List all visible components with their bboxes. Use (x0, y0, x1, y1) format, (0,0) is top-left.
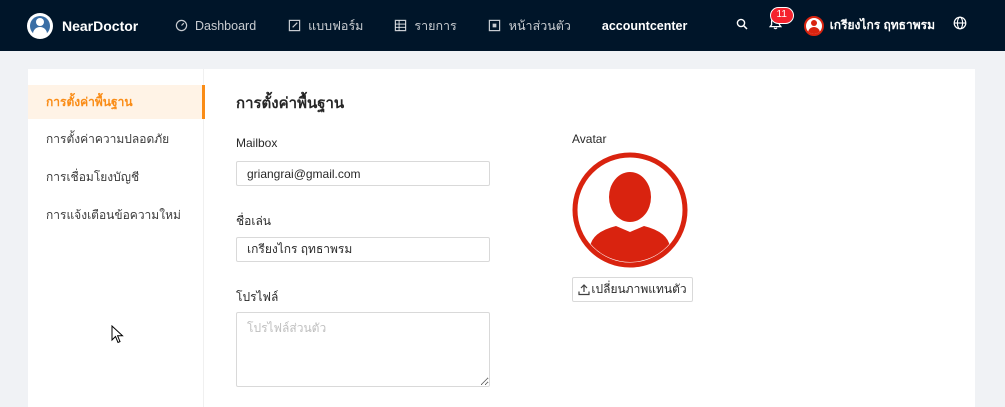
top-navbar: NearDoctor Dashboard แบบฟอร์ม รายการ หน้… (0, 0, 1005, 51)
main-nav: Dashboard แบบฟอร์ม รายการ หน้าส่วนตัว ac… (167, 0, 687, 51)
change-avatar-label: เปลี่ยนภาพแทนตัว (591, 282, 687, 296)
mouse-cursor-icon (111, 324, 124, 349)
menu-item-label: การตั้งค่าพื้นฐาน (46, 94, 133, 109)
profile-icon (488, 19, 502, 33)
nav-profile-label: หน้าส่วนตัว (508, 18, 571, 33)
notification-badge: 11 (770, 8, 793, 23)
settings-sidemenu: การตั้งค่าพื้นฐาน การตั้งค่าความปลอดภัย … (28, 69, 205, 407)
search-icon (736, 17, 748, 35)
mailbox-label: Mailbox (236, 136, 278, 150)
nickname-label: ชื่อเล่น (236, 214, 272, 228)
menu-item-new-message-notification[interactable]: การแจ้งเตือนข้อความใหม่ (28, 198, 205, 232)
doctor-logo-icon (27, 12, 53, 39)
nickname-input[interactable] (236, 237, 490, 262)
user-name: เกรียงไกร ฤทธาพรม (829, 18, 935, 32)
nav-list-label: รายการ (414, 18, 457, 33)
nav-dashboard[interactable]: Dashboard (174, 0, 256, 51)
search-button[interactable] (727, 0, 757, 51)
header-actions: 11 เกรียงไกร ฤทธาพรม (727, 0, 1005, 51)
notification-button[interactable]: 11 (761, 0, 793, 51)
user-avatar-large-icon (572, 152, 688, 268)
menu-item-security-settings[interactable]: การตั้งค่าความปลอดภัย (28, 122, 205, 156)
brand[interactable]: NearDoctor (27, 12, 167, 39)
nav-list[interactable]: รายการ (393, 0, 457, 51)
language-button[interactable] (945, 0, 975, 51)
upload-icon (578, 283, 590, 296)
menu-item-basic-settings[interactable]: การตั้งค่าพื้นฐาน (28, 85, 205, 119)
menu-item-label: การตั้งค่าความปลอดภัย (46, 131, 170, 146)
nav-form[interactable]: แบบฟอร์ม (287, 0, 363, 51)
nav-accountcenter[interactable]: accountcenter (602, 0, 687, 51)
settings-card: การตั้งค่าพื้นฐาน การตั้งค่าความปลอดภัย … (28, 69, 975, 407)
avatar-label: Avatar (572, 132, 607, 146)
globe-icon (953, 16, 967, 35)
nav-accountcenter-label: accountcenter (601, 18, 688, 33)
menu-item-label: การเชื่อมโยงบัญชี (46, 169, 140, 184)
menu-item-account-binding[interactable]: การเชื่อมโยงบัญชี (28, 160, 205, 194)
change-avatar-button[interactable]: เปลี่ยนภาพแทนตัว (572, 277, 693, 302)
user-menu[interactable]: เกรียงไกร ฤทธาพรม (803, 0, 935, 51)
nav-profile[interactable]: หน้าส่วนตัว (488, 0, 571, 51)
dashboard-icon (174, 19, 188, 33)
profile-textarea[interactable] (236, 312, 490, 387)
mailbox-input[interactable] (236, 161, 490, 186)
table-icon (393, 19, 407, 33)
menu-item-label: การแจ้งเตือนข้อความใหม่ (46, 207, 181, 222)
form-icon (287, 19, 301, 33)
nav-dashboard-label: Dashboard (195, 18, 257, 33)
brand-name: NearDoctor (62, 17, 139, 34)
nav-form-label: แบบฟอร์ม (308, 18, 364, 33)
profile-label: โปรไฟล์ (236, 290, 279, 304)
user-avatar-icon (803, 15, 824, 36)
page-title: การตั้งค่าพื้นฐาน (236, 95, 345, 112)
